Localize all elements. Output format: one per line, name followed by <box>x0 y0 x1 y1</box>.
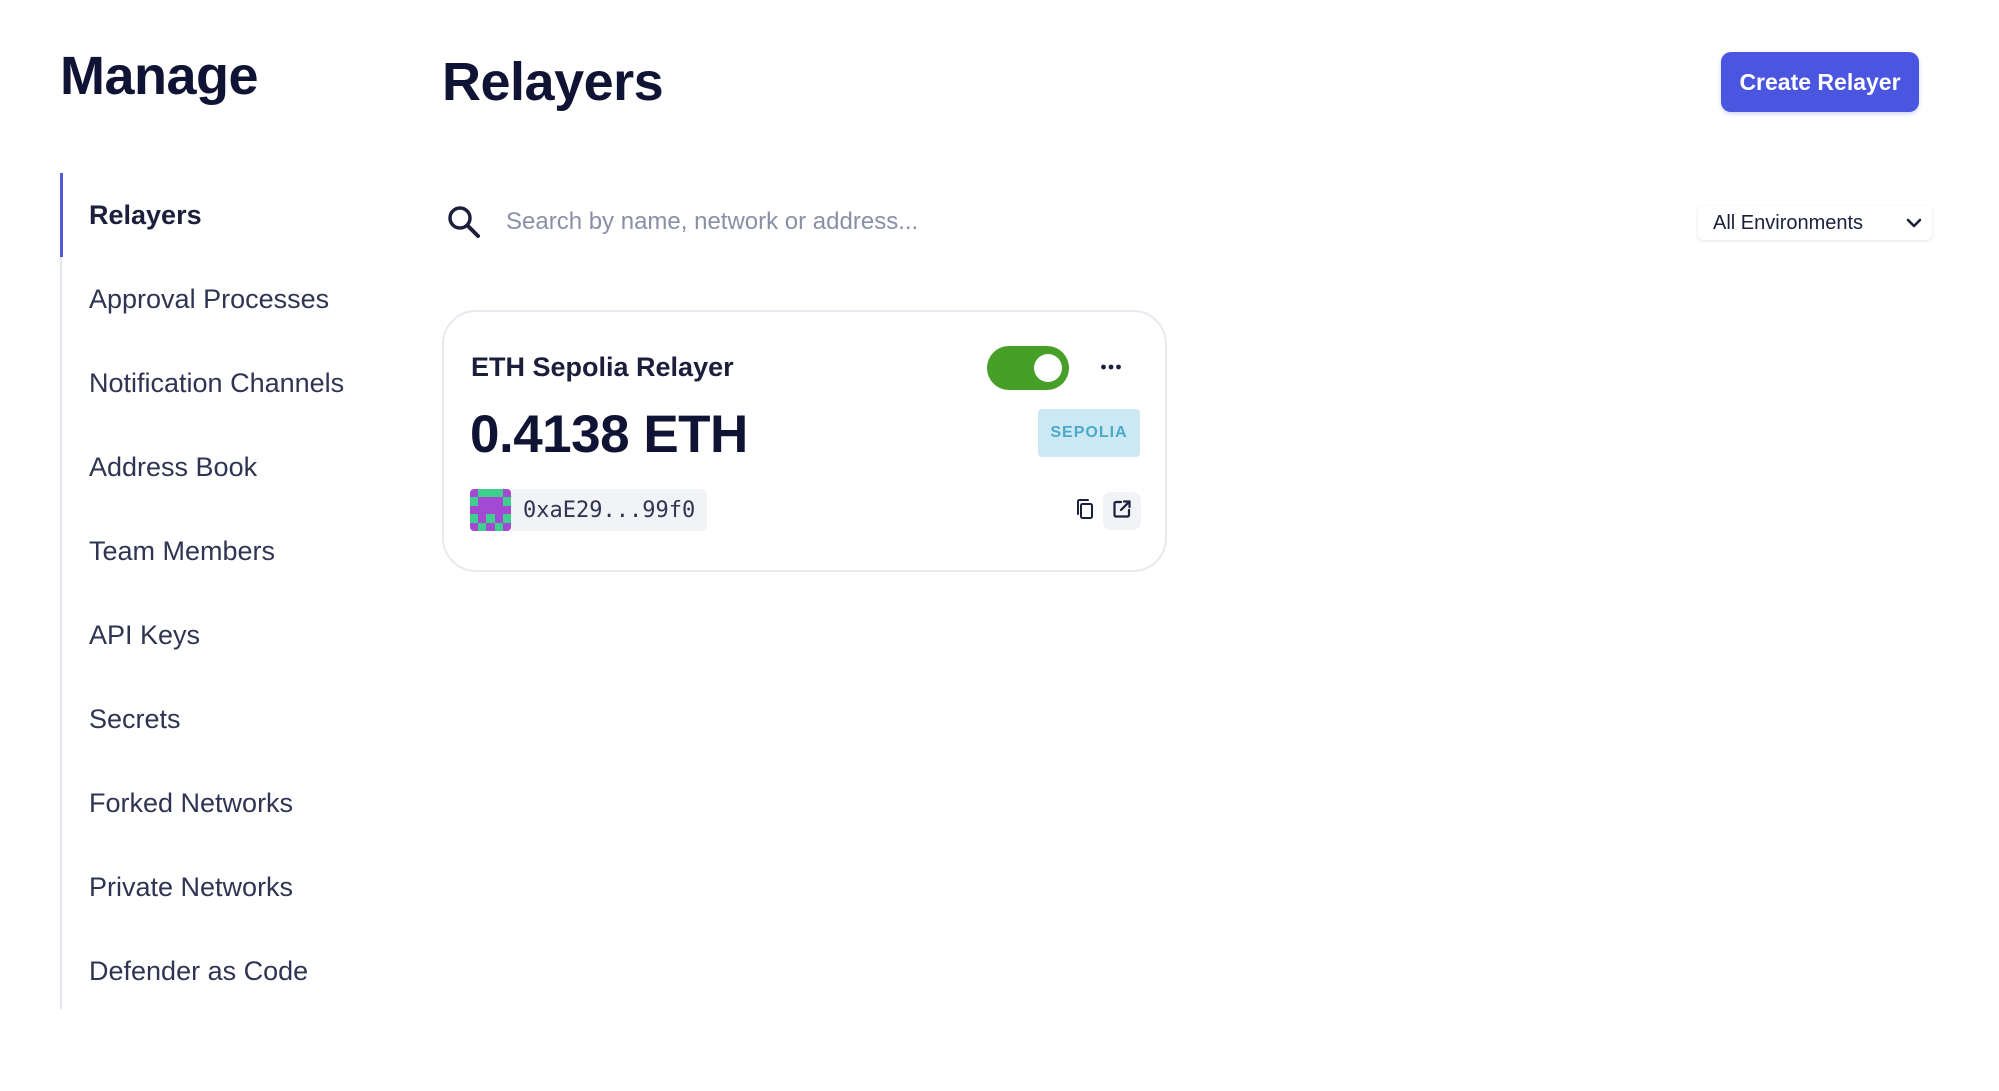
copy-icon <box>1073 497 1097 526</box>
sidebar-item-api-keys[interactable]: API Keys <box>62 593 390 677</box>
more-options-button[interactable] <box>1094 350 1128 384</box>
sidebar-item-forked-networks[interactable]: Forked Networks <box>62 761 390 845</box>
search-icon <box>446 204 482 240</box>
relayer-name[interactable]: ETH Sepolia Relayer <box>471 352 734 383</box>
sidebar-item-relayers[interactable]: Relayers <box>60 173 390 257</box>
copy-address-button[interactable] <box>1068 494 1102 528</box>
search-bar: All Environments <box>442 196 1932 248</box>
relayer-card[interactable]: ETH Sepolia Relayer 0.4138 ETH SEPOLIA 0… <box>442 310 1167 572</box>
sidebar-item-address-book[interactable]: Address Book <box>62 425 390 509</box>
page-title: Relayers <box>442 52 664 112</box>
sidebar-item-defender-as-code[interactable]: Defender as Code <box>62 929 390 1013</box>
environment-select[interactable]: All Environments <box>1698 206 1932 240</box>
toggle-knob <box>1034 354 1062 382</box>
sidebar-item-private-networks[interactable]: Private Networks <box>62 845 390 929</box>
sidebar-title: Manage <box>60 46 259 106</box>
more-horizontal-icon <box>1100 358 1122 376</box>
relayers-page: Manage Relayers Approval Processes Notif… <box>0 0 1999 1091</box>
relayer-balance: 0.4138 ETH <box>470 405 748 464</box>
address-text: 0xaE29...99f0 <box>523 497 696 523</box>
sidebar-nav: Relayers Approval Processes Notification… <box>60 173 390 1009</box>
identicon-avatar <box>470 489 511 531</box>
network-badge: SEPOLIA <box>1038 409 1140 457</box>
relayer-enabled-toggle[interactable] <box>987 346 1069 390</box>
relayer-address: 0xaE29...99f0 <box>470 489 708 531</box>
environment-select-value: All Environments <box>1713 211 1864 234</box>
create-relayer-button[interactable]: Create Relayer <box>1721 52 1919 112</box>
chevron-down-icon <box>1904 214 1924 232</box>
sidebar-item-team-members[interactable]: Team Members <box>62 509 390 593</box>
open-explorer-button[interactable] <box>1103 492 1141 530</box>
sidebar-item-notification-channels[interactable]: Notification Channels <box>62 341 390 425</box>
sidebar-item-secrets[interactable]: Secrets <box>62 677 390 761</box>
manage-sidebar: Manage Relayers Approval Processes Notif… <box>60 40 380 1009</box>
sidebar-item-approval-processes[interactable]: Approval Processes <box>62 257 390 341</box>
external-link-icon <box>1111 498 1133 525</box>
search-input[interactable] <box>506 200 1406 244</box>
